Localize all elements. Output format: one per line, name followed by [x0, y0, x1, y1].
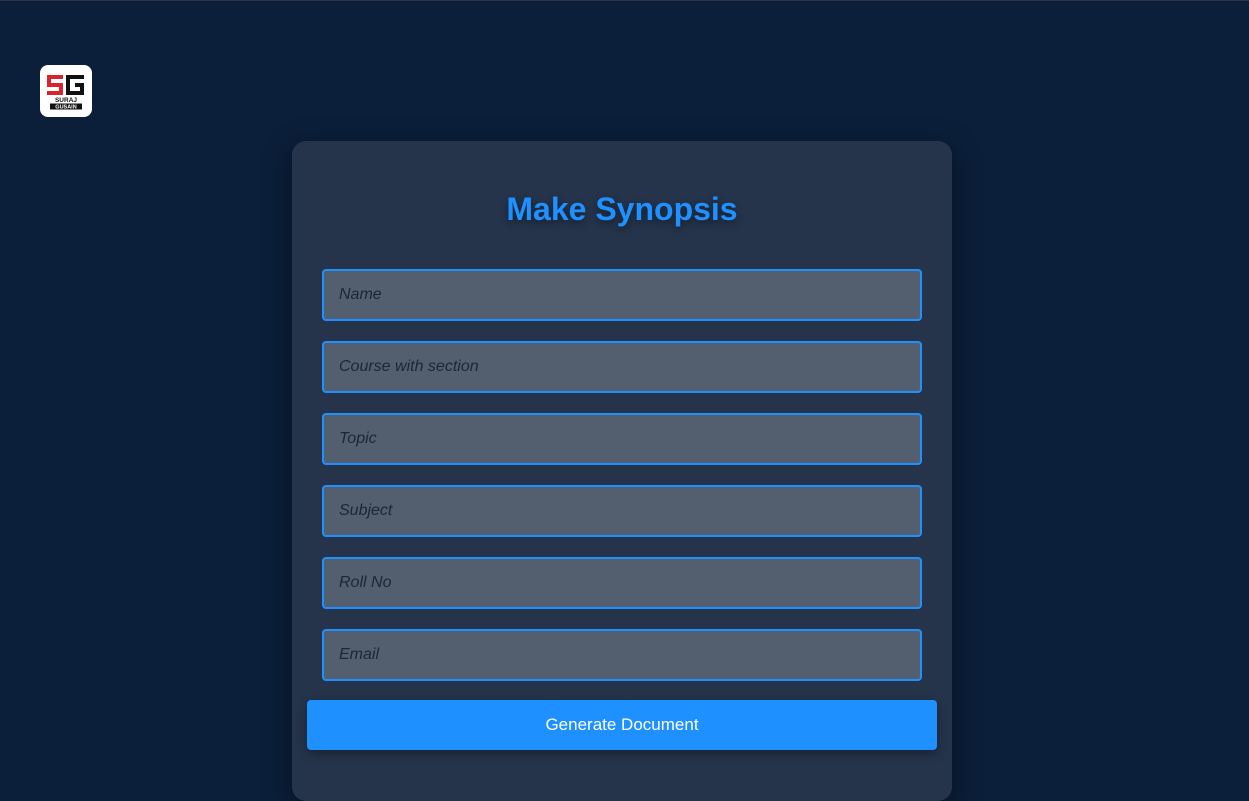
sg-monogram-icon: SURAJ GUSAIN [47, 75, 84, 111]
logo-line1: SURAJ [55, 97, 77, 104]
logo-line2: GUSAIN [55, 105, 76, 111]
brand-logo[interactable]: SURAJ GUSAIN [40, 65, 92, 117]
top-divider [0, 0, 1249, 1]
page-title: Make Synopsis [506, 191, 738, 227]
roll-no-input[interactable] [322, 557, 922, 609]
subject-input[interactable] [322, 485, 922, 537]
synopsis-form-card: Make Synopsis Generate Document [292, 141, 952, 801]
course-section-input[interactable] [322, 341, 922, 393]
name-input[interactable] [322, 269, 922, 321]
email-input[interactable] [322, 629, 922, 681]
generate-document-button[interactable]: Generate Document [307, 700, 937, 750]
topic-input[interactable] [322, 413, 922, 465]
